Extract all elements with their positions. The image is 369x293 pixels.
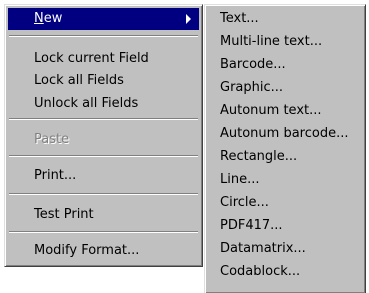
menu-separator [9,193,198,195]
submenu-item-graphic[interactable]: Graphic... [208,77,362,99]
submenu-item-rectangle[interactable]: Rectangle... [208,146,362,168]
menu-item-print[interactable]: Print... [8,165,199,187]
submenu-item-line[interactable]: Line... [208,169,362,191]
new-mnemonic: N [34,11,44,26]
submenu-item-datamatrix[interactable]: Datamatrix... [208,238,362,260]
menu-item-modify-format[interactable]: Modify Format... [8,240,199,262]
submenu-item-circle[interactable]: Circle... [208,192,362,214]
new-label: ew [43,11,63,26]
menu-separator [9,35,198,37]
menu-item-lock-current-field[interactable]: Lock current Field [8,48,199,70]
new-submenu: Text... Multi-line text... Barcode... Gr… [204,4,366,293]
submenu-item-pdf417[interactable]: PDF417... [208,215,362,237]
context-menu: New Lock current Field Lock all Fields U… [4,4,203,267]
submenu-item-multi-line-text[interactable]: Multi-line text... [208,31,362,53]
submenu-item-text[interactable]: Text... [208,8,362,30]
menu-separator [9,118,198,120]
menu-item-lock-all-fields[interactable]: Lock all Fields [8,70,199,92]
submenu-item-barcode[interactable]: Barcode... [208,54,362,76]
menu-separator [9,155,198,157]
submenu-item-autonum-text[interactable]: Autonum text... [208,100,362,122]
menu-item-new[interactable]: New [8,8,199,30]
menu-separator [9,231,198,233]
menu-item-test-print[interactable]: Test Print [8,204,199,226]
submenu-item-codablock[interactable]: Codablock... [208,261,362,283]
menu-item-unlock-all-fields[interactable]: Unlock all Fields [8,93,199,115]
submenu-item-autonum-barcode[interactable]: Autonum barcode... [208,123,362,145]
submenu-arrow-icon [186,14,191,24]
menu-item-paste: Paste [34,132,70,147]
